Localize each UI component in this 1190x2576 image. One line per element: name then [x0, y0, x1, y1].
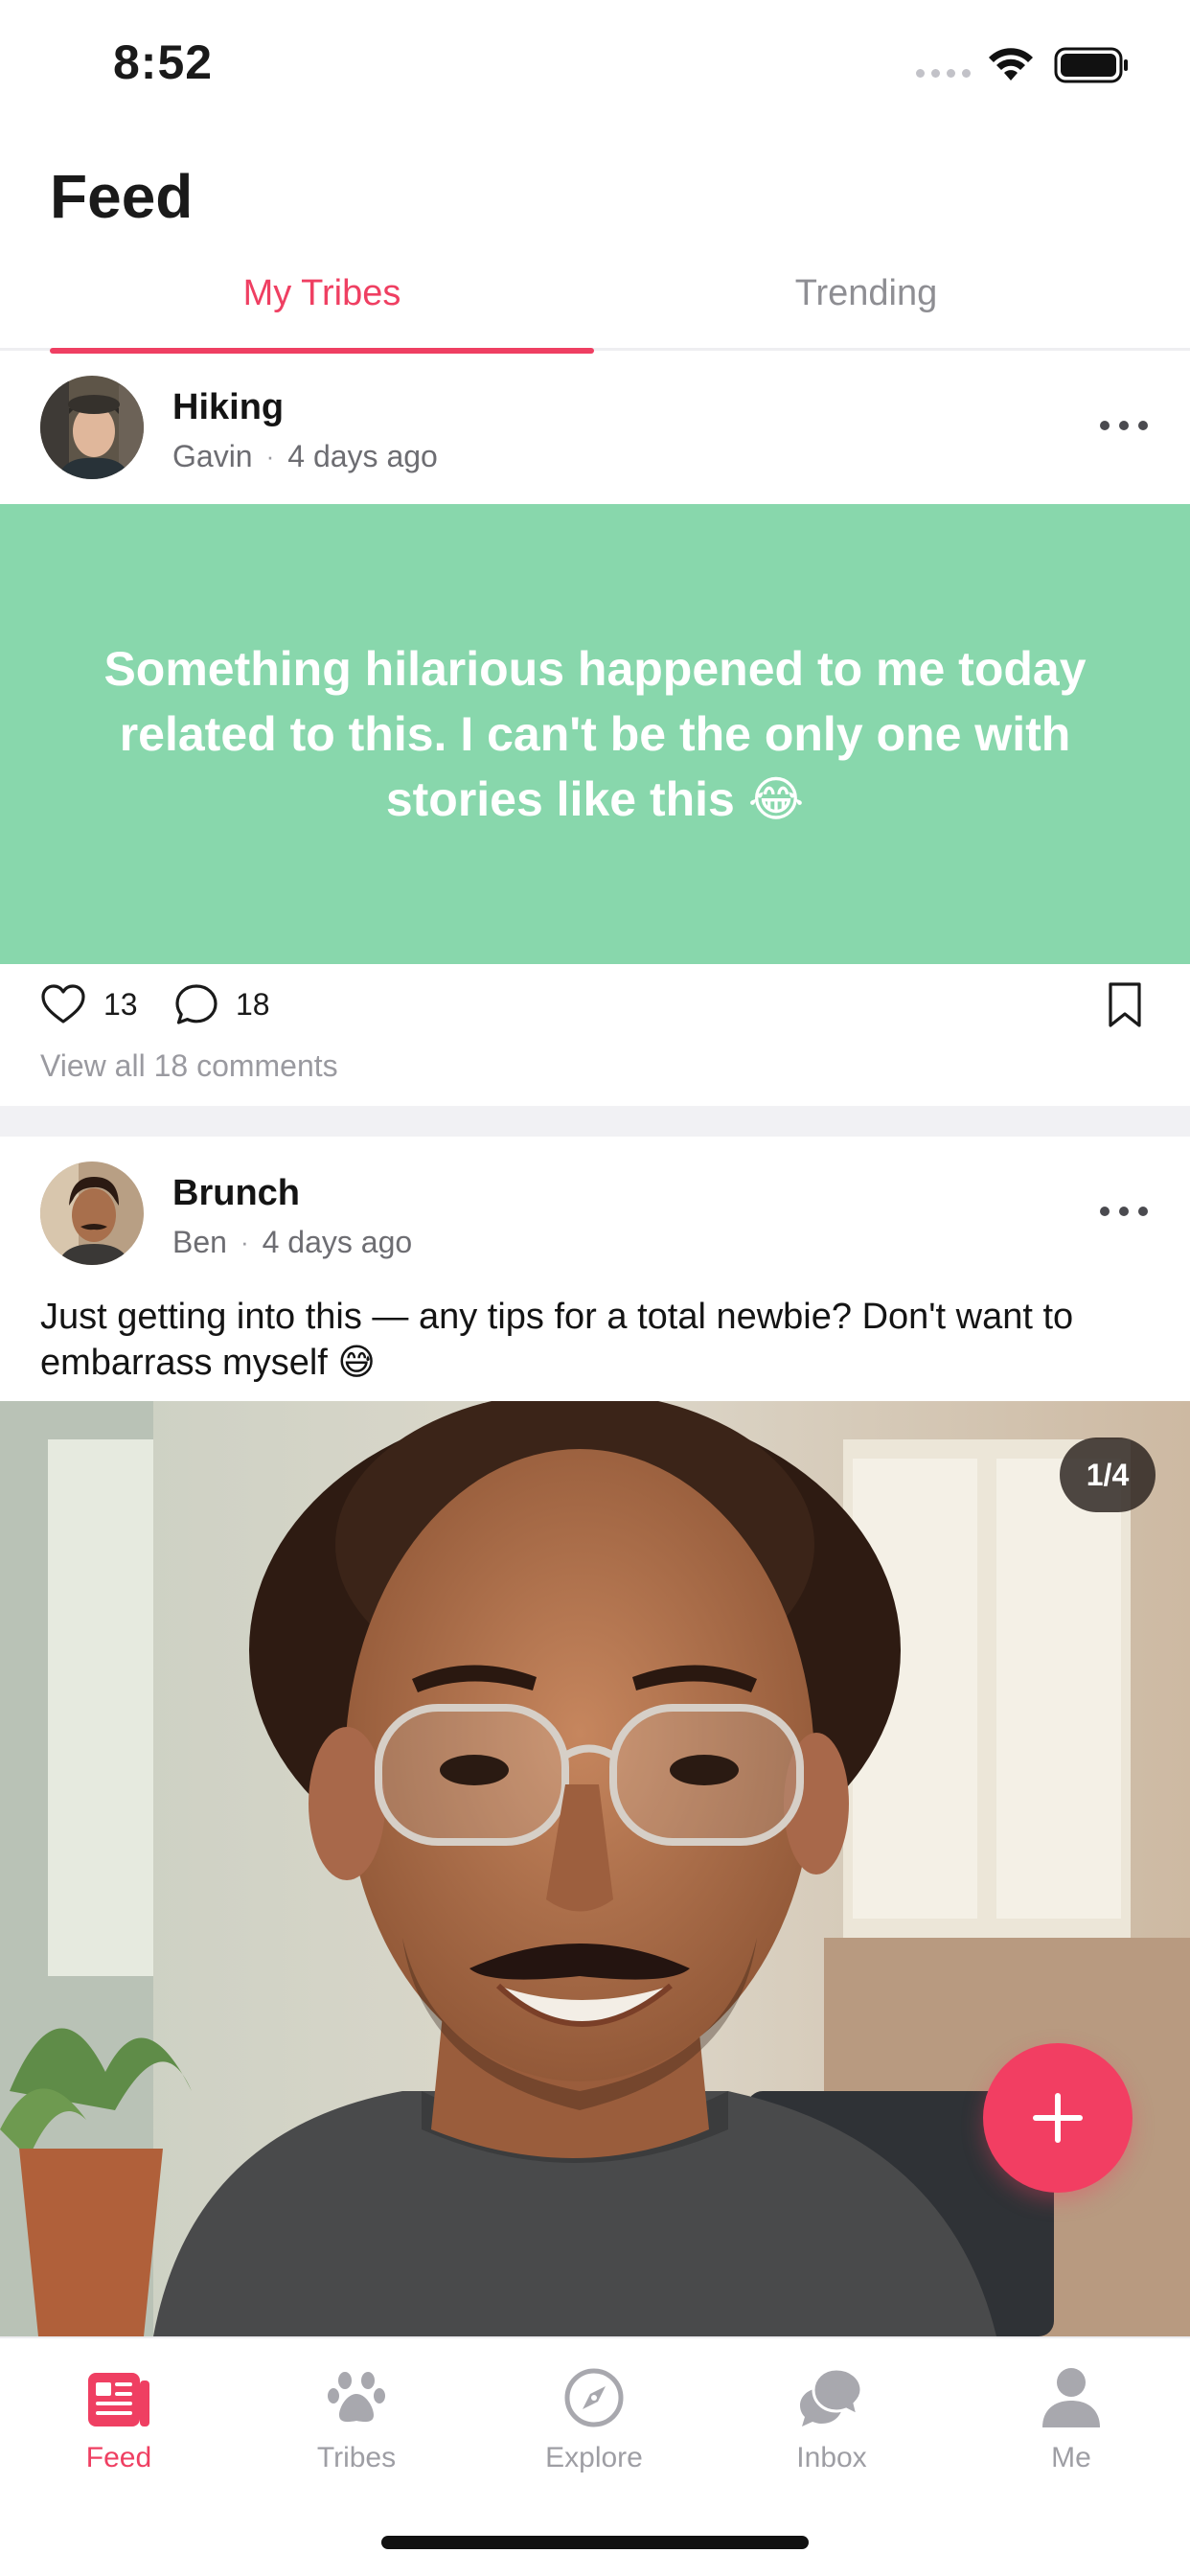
tabbar-item-explore[interactable]: Explore [475, 2359, 713, 2484]
compass-icon [564, 2368, 624, 2427]
chat-bubbles-icon [800, 2367, 863, 2426]
more-options-icon[interactable] [1100, 414, 1148, 437]
post-tribe-name[interactable]: Brunch [172, 1173, 300, 1214]
post-actions: 13 18 [0, 964, 1190, 1050]
tabbar-item-inbox[interactable]: Inbox [713, 2359, 950, 2484]
tabbar-label: Feed [85, 2442, 152, 2473]
post-author[interactable]: Gavin [172, 439, 253, 474]
photo-counter-badge: 1/4 [1060, 1438, 1156, 1512]
post-meta: Gavin · 4 days ago [172, 439, 438, 474]
comment-count: 18 [236, 986, 270, 1022]
home-indicator[interactable] [381, 2536, 809, 2549]
meta-separator: · [240, 1228, 249, 1256]
post-meta: Ben · 4 days ago [172, 1225, 412, 1260]
comment-icon [175, 984, 217, 1024]
feed-tabs: My Tribes Trending [0, 264, 1190, 354]
avatar[interactable] [40, 1162, 144, 1265]
cellular-signal-icon [916, 69, 971, 78]
view-all-comments-link[interactable]: View all 18 comments [40, 1048, 338, 1084]
tabbar-label: Me [1051, 2442, 1091, 2473]
tabbar-label: Explore [545, 2442, 643, 2473]
tab-my-tribes[interactable]: My Tribes [50, 264, 594, 354]
create-post-button[interactable] [983, 2043, 1133, 2193]
feed-icon [88, 2373, 149, 2426]
tabbar-label: Tribes [316, 2442, 397, 2473]
post-photo[interactable] [0, 1401, 1190, 2336]
tabbar-item-feed[interactable]: Feed [0, 2359, 238, 2484]
like-button[interactable]: 13 [40, 983, 138, 1025]
paw-icon [328, 2372, 385, 2423]
battery-icon [1054, 47, 1128, 83]
post-author[interactable]: Ben [172, 1225, 227, 1260]
post-divider [0, 1106, 1190, 1137]
tabbar-item-tribes[interactable]: Tribes [238, 2359, 475, 2484]
status-time: 8:52 [113, 35, 214, 89]
like-count: 13 [103, 986, 138, 1022]
page-title: Feed [50, 162, 194, 231]
post-caption: Just getting into this — any tips for a … [40, 1297, 1074, 1383]
plus-icon [1033, 2093, 1083, 2143]
comment-button[interactable]: 18 [174, 983, 270, 1025]
person-icon [1042, 2368, 1100, 2427]
tab-trending[interactable]: Trending [594, 264, 1138, 351]
meta-separator: · [265, 442, 275, 471]
bookmark-icon[interactable] [1106, 981, 1144, 1029]
post-tribe-name[interactable]: Hiking [172, 387, 284, 428]
post-time: 4 days ago [262, 1225, 413, 1259]
tabbar-label: Inbox [796, 2442, 867, 2473]
avatar[interactable] [40, 376, 144, 479]
status-bar: 8:52 [0, 0, 1190, 125]
post-header: Hiking Gavin · 4 days ago [0, 351, 1190, 504]
post-time: 4 days ago [287, 439, 438, 473]
more-options-icon[interactable] [1100, 1200, 1148, 1223]
wifi-icon [989, 48, 1033, 80]
text-post-content: Something hilarious happened to me today… [103, 642, 1087, 826]
tabbar-item-me[interactable]: Me [952, 2359, 1190, 2484]
text-post-card[interactable]: Something hilarious happened to me today… [0, 504, 1190, 964]
heart-icon [41, 984, 85, 1024]
post-header: Brunch Ben · 4 days ago [0, 1137, 1190, 1290]
